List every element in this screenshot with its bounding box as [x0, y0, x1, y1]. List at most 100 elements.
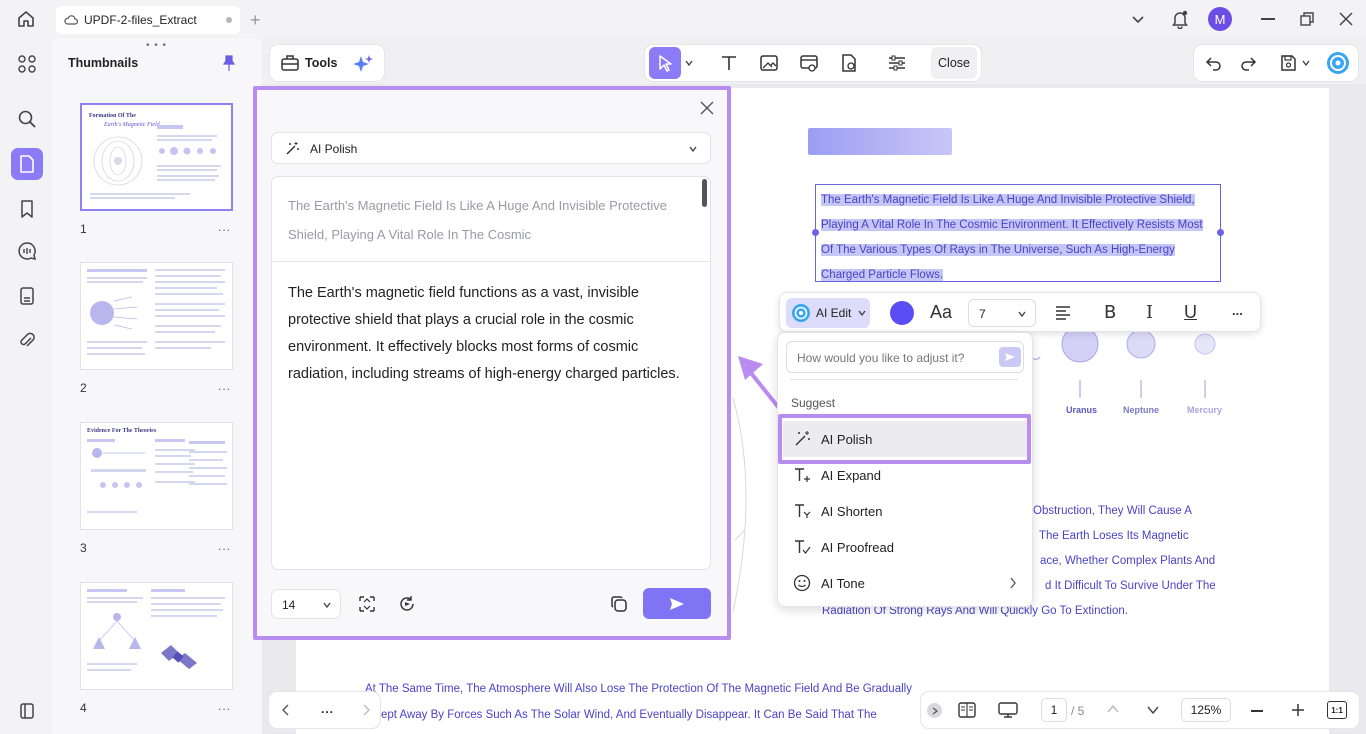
ai-edit-menu: How would you like to adjust it? Suggest… — [777, 332, 1033, 607]
thumbnail-page-3[interactable]: Evidence For The Theories — [80, 422, 233, 530]
home-icon[interactable] — [16, 9, 36, 29]
menu-item-ai-shorten[interactable]: AI Shorten — [783, 493, 1029, 529]
select-tool-icon[interactable] — [649, 47, 681, 79]
page-nav-right: 1 / 5 125% 1:1 — [921, 692, 1359, 728]
attachment-icon[interactable] — [11, 324, 43, 356]
prompt-send-icon[interactable] — [999, 347, 1021, 367]
zoom-out-icon[interactable] — [1251, 710, 1263, 712]
close-icon[interactable] — [700, 101, 714, 115]
text-size-select[interactable]: 7 — [968, 299, 1036, 327]
selected-text-box[interactable]: The Earth's Magnetic Field Is Like A Hug… — [812, 184, 1224, 282]
send-button[interactable] — [643, 588, 711, 619]
chevron-up-icon[interactable] — [1107, 704, 1119, 714]
resize-handle-left[interactable] — [812, 229, 819, 236]
planet-diagram — [90, 296, 138, 330]
scrollbar-thumb[interactable] — [702, 179, 707, 207]
ai-mode-label: AI Polish — [310, 142, 358, 156]
tools-button[interactable]: Tools — [305, 56, 337, 70]
font-style-button[interactable]: Aa — [930, 302, 952, 323]
thumbnail-more-button[interactable]: ... — [218, 220, 231, 234]
chevron-right-icon — [1009, 577, 1017, 589]
comment-icon[interactable] — [11, 235, 43, 267]
close-edit-button[interactable]: Close — [931, 47, 977, 79]
chevron-down-icon — [688, 144, 698, 154]
menu-item-ai-tone[interactable]: AI Tone — [783, 565, 1029, 601]
restore-icon[interactable] — [1299, 11, 1315, 27]
thumbnail-more-button[interactable]: ... — [218, 379, 231, 393]
thumbnail-page-1[interactable]: Formation Of The Earth's Magnetic Field — [80, 103, 233, 211]
align-left-icon[interactable] — [1054, 304, 1072, 322]
more-pages-button[interactable]: ... — [321, 702, 334, 716]
close-window-icon[interactable] — [1338, 11, 1354, 27]
thumbnail-more-button[interactable]: ... — [218, 539, 231, 553]
bookmark-icon[interactable] — [11, 193, 43, 225]
selected-paragraph: The Earth's Magnetic Field Is Like A Hug… — [821, 188, 1217, 288]
redo-icon[interactable] — [1230, 45, 1266, 81]
menu-item-ai-proofread[interactable]: AI Proofread — [783, 529, 1029, 565]
ai-assistant-logo-icon — [791, 303, 811, 323]
thumbnail-page-2[interactable] — [80, 262, 233, 370]
swap-icon[interactable] — [357, 594, 377, 614]
collapse-arrow-icon[interactable] — [927, 703, 942, 718]
regenerate-icon[interactable] — [397, 594, 417, 614]
menu-item-label: AI Tone — [821, 575, 865, 591]
organize-icon[interactable] — [11, 48, 43, 80]
ai-prompt-input[interactable]: How would you like to adjust it? — [786, 341, 1024, 373]
notification-bell-icon[interactable] — [1171, 9, 1189, 29]
body-line: The Earth Loses Its Magnetic — [1039, 530, 1189, 542]
image-tool-icon[interactable] — [751, 45, 787, 81]
stamp-icon[interactable] — [11, 280, 43, 312]
thumbnail-page-4[interactable] — [80, 582, 233, 690]
layers-icon[interactable] — [11, 695, 43, 727]
thumbnail-subheading: Earth's Magnetic Field — [104, 122, 160, 128]
menu-item-label: AI Shorten — [821, 503, 883, 519]
chevron-down-icon[interactable] — [1298, 45, 1314, 81]
italic-button[interactable]: I — [1146, 302, 1153, 323]
more-options-button[interactable]: ... — [1232, 303, 1243, 318]
user-avatar[interactable]: M — [1208, 7, 1232, 31]
underline-button[interactable]: U — [1184, 302, 1197, 323]
actual-size-button[interactable]: 1:1 — [1327, 701, 1347, 719]
text-tool-icon[interactable] — [711, 45, 747, 81]
link-tool-icon[interactable] — [791, 45, 827, 81]
ai-edit-button[interactable]: AI Edit — [786, 298, 870, 328]
text-proofread-icon — [793, 538, 811, 556]
zoom-level[interactable]: 125% — [1181, 698, 1231, 722]
copy-icon[interactable] — [609, 594, 629, 614]
pin-icon[interactable] — [222, 54, 236, 72]
thumbnail-more-button[interactable]: ... — [218, 699, 231, 713]
document-tab[interactable]: UPDF-2-files_Extract — [56, 6, 240, 34]
ai-mode-select[interactable]: AI Polish — [271, 132, 711, 164]
new-tab-icon[interactable]: + — [250, 10, 261, 31]
text-color-swatch[interactable] — [890, 301, 914, 325]
chevron-right-icon[interactable] — [361, 704, 371, 716]
thumbnail-number: 2 — [80, 381, 87, 395]
resize-handle-right[interactable] — [1217, 229, 1224, 236]
history-group — [1194, 45, 1358, 81]
font-size-select[interactable]: 14 — [271, 589, 341, 619]
undo-icon[interactable] — [1196, 45, 1232, 81]
watermark-tool-icon[interactable] — [831, 45, 867, 81]
ai-sparkle-icon[interactable] — [352, 53, 374, 75]
bold-button[interactable]: B — [1104, 302, 1116, 323]
drag-handle[interactable]: • • • — [146, 40, 167, 51]
chevron-left-icon[interactable] — [281, 704, 291, 716]
ai-assistant-logo-icon[interactable] — [1320, 45, 1356, 81]
minimize-icon[interactable] — [1261, 18, 1275, 20]
reading-mode-icon[interactable] — [957, 701, 977, 719]
polished-text: The Earth's magnetic field functions as … — [288, 285, 680, 382]
settings-sliders-icon[interactable] — [879, 45, 915, 81]
divider — [790, 379, 1018, 380]
chevron-down-icon[interactable] — [681, 45, 697, 81]
chevron-down-icon[interactable] — [1131, 12, 1145, 26]
planet-label-mercury: Mercury — [1187, 405, 1223, 415]
page-number-input[interactable]: 1 — [1041, 698, 1067, 722]
chevron-down-icon[interactable] — [1147, 705, 1159, 715]
thumbnail-heading: Evidence For The Theories — [87, 428, 157, 434]
toolbox-icon[interactable] — [280, 53, 300, 73]
zoom-in-icon[interactable] — [1291, 700, 1305, 720]
search-icon[interactable] — [11, 103, 43, 135]
thumbnails-icon[interactable] — [11, 148, 43, 180]
presentation-icon[interactable] — [997, 701, 1019, 719]
font-size-value: 14 — [282, 598, 296, 612]
